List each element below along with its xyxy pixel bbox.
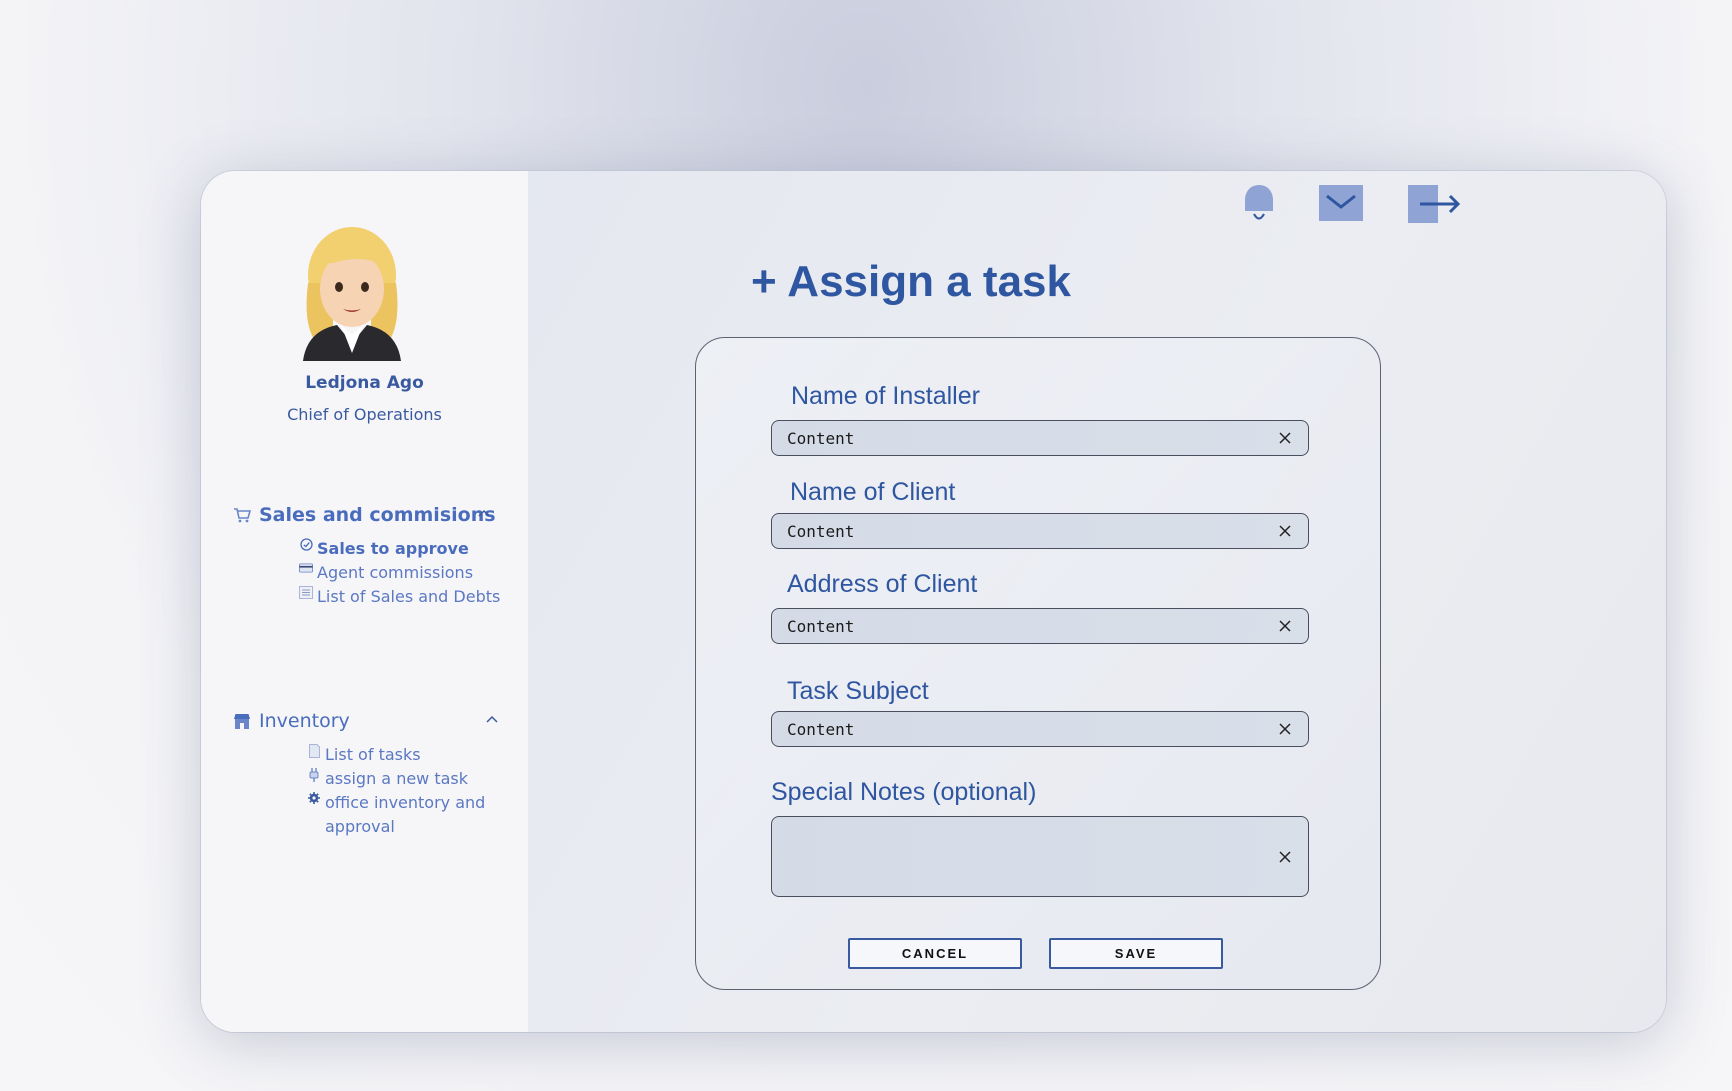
inventory-submenu: List of tasks assign a new task office i… — [307, 743, 507, 839]
sales-submenu: Sales to approve Agent commissions List … — [299, 537, 500, 609]
installer-label: Name of Installer — [791, 382, 980, 410]
clear-icon[interactable] — [1278, 850, 1292, 864]
sidebar-item-list-of-sales[interactable]: List of Sales and Debts — [299, 585, 500, 609]
sidebar-item-label: List of Sales and Debts — [317, 587, 501, 606]
task-subject-label: Task Subject — [787, 677, 929, 705]
installer-input[interactable]: Content — [771, 420, 1309, 456]
client-name-input[interactable]: Content — [771, 513, 1309, 549]
ledger-icon — [299, 585, 313, 599]
special-notes-input[interactable] — [771, 816, 1309, 897]
client-address-value: Content — [787, 616, 855, 636]
chevron-up-icon[interactable] — [478, 506, 490, 520]
sidebar-item-label: Agent commissions — [317, 563, 474, 582]
plug-icon — [307, 767, 321, 782]
store-icon — [233, 713, 251, 730]
clear-icon[interactable] — [1278, 524, 1292, 538]
logout-icon[interactable] — [1408, 185, 1462, 227]
sidebar-item-list-of-tasks[interactable]: List of tasks — [307, 743, 507, 767]
sidebar-item-label: Sales to approve — [317, 539, 469, 558]
task-subject-value: Content — [787, 719, 855, 739]
clear-icon[interactable] — [1278, 619, 1292, 633]
sidebar-item-assign-new-task[interactable]: assign a new task — [307, 767, 507, 791]
cancel-button[interactable]: CANCEL — [848, 938, 1022, 969]
sidebar-item-office-inventory[interactable]: office inventory and approval — [307, 791, 507, 839]
sidebar-item-sales-to-approve[interactable]: Sales to approve — [299, 537, 500, 561]
sidebar-section-label: Inventory — [259, 710, 350, 732]
client-address-label: Address of Client — [787, 570, 978, 598]
credit-card-icon — [299, 561, 313, 574]
sidebar-section-sales[interactable]: Sales and commisions — [233, 502, 497, 528]
user-role: Chief of Operations — [287, 405, 442, 424]
bell-icon[interactable] — [1240, 183, 1278, 227]
gear-icon — [307, 791, 321, 804]
sidebar-section-label: Sales and commisions — [259, 504, 496, 526]
sidebar-item-label: office inventory and approval — [325, 793, 486, 836]
client-address-input[interactable]: Content — [771, 608, 1309, 644]
check-circle-icon — [299, 537, 313, 551]
sidebar-item-agent-commissions[interactable]: Agent commissions — [299, 561, 500, 585]
sidebar-item-label: List of tasks — [325, 745, 421, 764]
task-subject-input[interactable]: Content — [771, 711, 1309, 747]
save-button[interactable]: SAVE — [1049, 938, 1223, 969]
chevron-up-icon[interactable] — [486, 712, 498, 726]
clear-icon[interactable] — [1278, 431, 1292, 445]
installer-value: Content — [787, 428, 855, 448]
document-icon — [307, 743, 321, 758]
mail-icon[interactable] — [1319, 185, 1363, 225]
clear-icon[interactable] — [1278, 722, 1292, 736]
app-window: Ledjona Ago Chief of Operations Sales an… — [201, 171, 1666, 1032]
sidebar-section-inventory[interactable]: Inventory — [233, 708, 498, 734]
sidebar-item-label: assign a new task — [325, 769, 469, 788]
assign-task-form: Name of Installer Content Name of Client… — [695, 337, 1381, 990]
page-title: + Assign a task — [751, 257, 1071, 306]
client-name-value: Content — [787, 521, 855, 541]
special-notes-label: Special Notes (optional) — [771, 778, 1037, 806]
cart-icon — [233, 507, 251, 523]
client-name-label: Name of Client — [790, 478, 956, 506]
user-name: Ledjona Ago — [305, 373, 424, 393]
